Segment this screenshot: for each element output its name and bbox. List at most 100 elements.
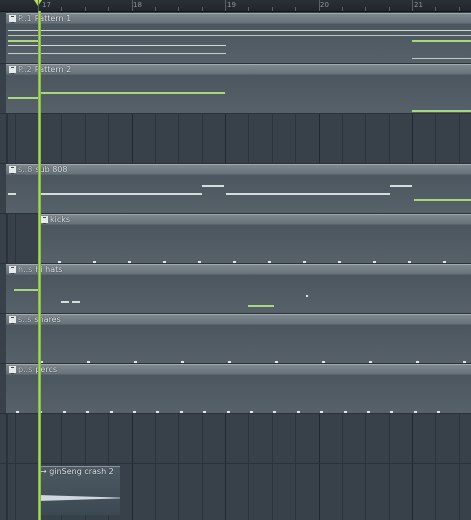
ruler-bar-label: 19	[227, 1, 236, 9]
ruler-tick	[248, 7, 249, 11]
audio-clip-icon: ↦	[40, 467, 47, 476]
note	[412, 110, 471, 112]
note	[463, 361, 466, 363]
ruler-tick	[295, 7, 296, 11]
note	[110, 411, 113, 413]
note	[40, 193, 202, 195]
ruler-tick	[178, 7, 179, 11]
playlist-view: 17 18 19 20 21 P..1 Pattern 1 P..2 Pattern…	[0, 0, 471, 520]
note	[61, 301, 69, 303]
ruler-tick	[412, 0, 413, 11]
note	[40, 92, 225, 94]
note	[8, 97, 38, 99]
clip-header: ↦ ginSeng crash 2	[38, 467, 120, 477]
note	[320, 411, 323, 413]
note	[86, 411, 89, 413]
ruler-tick	[225, 0, 226, 11]
ruler-tick	[61, 7, 62, 11]
note	[322, 361, 325, 363]
ruler-bar-label: 21	[414, 1, 423, 9]
pattern-icon	[9, 266, 16, 274]
note	[93, 261, 96, 263]
note	[163, 261, 166, 263]
ruler-tick	[272, 7, 273, 11]
note	[443, 261, 446, 263]
ruler-tick	[435, 7, 436, 11]
ruler-tick	[342, 7, 343, 11]
note	[181, 361, 184, 363]
pattern-icon	[9, 15, 16, 23]
note	[226, 193, 390, 195]
note	[87, 361, 90, 363]
clip-short-name: p..s	[18, 365, 33, 374]
ruler-tick	[132, 0, 133, 11]
note	[344, 411, 347, 413]
ruler-tick	[459, 7, 460, 11]
ruler-tick	[389, 7, 390, 11]
note	[390, 185, 412, 187]
note	[390, 411, 393, 413]
note	[128, 261, 131, 263]
waveform	[38, 495, 120, 501]
note	[369, 361, 372, 363]
pattern-icon	[41, 216, 48, 224]
note	[14, 289, 38, 291]
ruler-tick	[38, 0, 39, 11]
note	[268, 261, 271, 263]
note	[275, 361, 278, 363]
track-separator	[0, 413, 471, 414]
note	[306, 295, 308, 297]
note	[367, 411, 370, 413]
ruler-tick	[365, 7, 366, 11]
note	[338, 261, 341, 263]
audio-clip[interactable]: ↦ ginSeng crash 2	[38, 466, 120, 515]
clip-short-name: P..1	[18, 14, 32, 23]
pattern-icon	[9, 316, 16, 324]
ruler-tick	[155, 7, 156, 11]
clip-short-name: s..8	[18, 165, 33, 174]
clip-header: P..2 Pattern 2	[6, 65, 471, 75]
pattern-clip[interactable]: p..s percs	[6, 364, 471, 413]
note	[134, 361, 137, 363]
note	[250, 411, 253, 413]
note	[248, 305, 274, 307]
ruler-tick	[85, 7, 86, 11]
note	[412, 58, 471, 59]
note	[297, 411, 300, 413]
note	[416, 361, 419, 363]
clip-name: ginSeng crash 2	[49, 467, 114, 476]
pattern-clip[interactable]: P..1 Pattern 1	[6, 13, 471, 63]
ruler-bar-label: 18	[133, 1, 142, 9]
clip-header: p..s percs	[6, 365, 471, 375]
note	[228, 361, 231, 363]
note	[227, 411, 230, 413]
note	[273, 411, 276, 413]
track-separator	[0, 113, 471, 114]
clip-short-name: s..s	[18, 315, 32, 324]
clip-short-name: h..s	[18, 265, 33, 274]
clip-short-name: P..2	[18, 65, 32, 74]
ruler-tick	[202, 7, 203, 11]
note	[414, 411, 417, 413]
note	[233, 261, 236, 263]
note	[203, 411, 206, 413]
note	[58, 261, 61, 263]
pattern-clip[interactable]: h..s hi hats	[6, 264, 471, 313]
pattern-clip[interactable]: s..8 sub 808	[6, 164, 471, 213]
note	[8, 35, 471, 36]
note	[198, 261, 201, 263]
clip-header: h..s hi hats	[6, 265, 471, 275]
clip-header: s..s snares	[6, 315, 471, 325]
note	[373, 261, 376, 263]
pattern-clip[interactable]: s..s snares	[6, 314, 471, 363]
ruler-tick	[319, 0, 320, 11]
timeline-ruler[interactable]: 17 18 19 20 21	[0, 0, 471, 12]
clip-header: P..1 Pattern 1	[6, 14, 471, 24]
clip-name: kicks	[50, 215, 71, 224]
playhead-line[interactable]	[38, 11, 41, 520]
pattern-clip[interactable]: P..2 Pattern 2	[6, 64, 471, 113]
pattern-icon	[9, 66, 16, 74]
pattern-icon	[9, 366, 16, 374]
pattern-clip[interactable]: kicks	[38, 214, 471, 263]
pattern-icon	[9, 166, 16, 174]
